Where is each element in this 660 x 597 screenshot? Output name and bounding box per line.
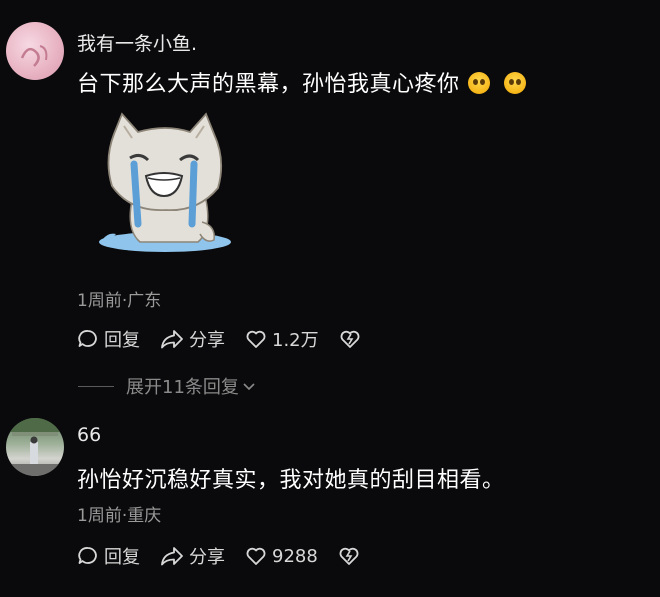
share-button[interactable]: 分享: [160, 543, 225, 569]
reply-button[interactable]: 回复: [77, 326, 140, 352]
share-arrow-icon: [161, 330, 183, 349]
expand-replies-button[interactable]: 展开11条回复: [78, 373, 257, 399]
username[interactable]: 66: [77, 424, 101, 446]
share-button[interactable]: 分享: [160, 326, 225, 352]
dislike-button[interactable]: [339, 328, 366, 350]
username[interactable]: 我有一条小鱼.: [77, 29, 197, 56]
share-label: 分享: [189, 547, 225, 568]
comment-text: 孙怡好沉稳好真实，我对她真的刮目相看。: [77, 468, 505, 493]
reply-button[interactable]: 回复: [77, 543, 140, 569]
avatar-image: [6, 418, 64, 476]
action-bar: 回复 分享 9288: [77, 543, 385, 569]
comment-text: 台下那么大声的黑幕，孙怡我真心疼你: [77, 66, 526, 98]
like-count: 1.2万: [272, 330, 319, 351]
comment-bubble-icon: [78, 547, 97, 564]
comment-text-body: 台下那么大声的黑幕，孙怡我真心疼你: [77, 72, 460, 97]
comment-meta: 1周前·重庆: [77, 506, 162, 526]
broken-heart-icon: [340, 330, 360, 348]
expand-replies-label: 展开11条回复: [126, 377, 239, 398]
crying-cat-sticker[interactable]: [92, 110, 238, 260]
pleading-face-emoji-icon: [467, 72, 490, 94]
share-arrow-icon: [161, 547, 183, 566]
avatar[interactable]: [6, 418, 64, 476]
dislike-button[interactable]: [338, 545, 365, 567]
heart-icon: [246, 330, 266, 348]
heart-icon: [246, 547, 266, 565]
pleading-face-emoji-icon: [503, 72, 526, 94]
like-button[interactable]: 1.2万: [245, 326, 319, 352]
avatar-image: [20, 45, 48, 67]
action-bar: 回复 分享 1.2万: [77, 326, 386, 352]
share-label: 分享: [189, 330, 225, 351]
divider-line: [78, 385, 114, 387]
comment-bubble-icon: [78, 330, 97, 347]
avatar[interactable]: [6, 22, 64, 80]
broken-heart-icon: [339, 547, 359, 565]
reply-label: 回复: [104, 330, 140, 351]
reply-label: 回复: [104, 547, 140, 568]
like-count: 9288: [272, 545, 318, 567]
chevron-down-icon: [243, 383, 255, 391]
like-button[interactable]: 9288: [245, 545, 318, 567]
comment-meta: 1周前·广东: [77, 291, 162, 311]
